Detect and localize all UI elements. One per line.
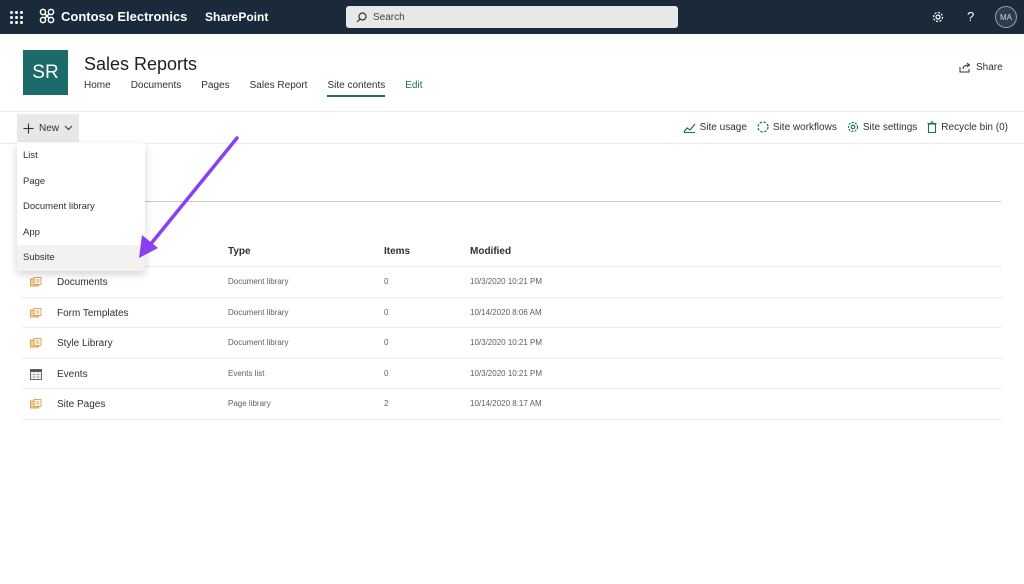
row-type: Document library [228,277,289,286]
column-header-type[interactable]: Type [228,246,251,257]
new-menu-item-app[interactable]: App [17,220,145,246]
row-name[interactable]: Form Templates [57,308,129,319]
trash-icon [927,121,937,133]
share-icon [959,62,971,73]
site-usage-label: Site usage [699,121,747,133]
site-contents-table: Type Items Modified Documents Document li… [22,237,1002,420]
table-row[interactable]: Style Library Document library 0 10/3/2020 … [22,328,1002,359]
table-header: Type Items Modified [22,237,1002,267]
chart-icon [683,123,696,133]
help-icon[interactable]: ? [967,9,974,24]
library-icon [30,336,42,354]
row-name[interactable]: Events [57,369,88,380]
library-icon [30,397,42,415]
nav-edit-link[interactable]: Edit [405,80,422,97]
content-divider [145,201,1001,202]
recycle-bin-button[interactable]: Recycle bin (0) [927,121,1008,133]
row-modified: 10/14/2020 8:06 AM [470,307,542,317]
row-name[interactable]: Documents [57,277,108,288]
nav-documents[interactable]: Documents [131,80,182,97]
row-name[interactable]: Site Pages [57,399,105,410]
app-name[interactable]: SharePoint [205,10,268,24]
command-bar-right: Site usage Site workflows Site settings … [683,121,1008,133]
share-label: Share [976,62,1003,73]
plus-icon [23,123,34,133]
column-header-modified[interactable]: Modified [470,246,511,257]
settings-gear-icon[interactable] [931,10,945,24]
row-modified: 10/14/2020 8:17 AM [470,399,542,409]
row-items: 0 [384,338,389,348]
site-settings-button[interactable]: Site settings [847,121,917,133]
row-items: 0 [384,368,389,378]
column-header-items[interactable]: Items [384,246,410,257]
new-button[interactable]: New [17,114,79,142]
site-workflows-button[interactable]: Site workflows [757,121,837,133]
contoso-logo-icon [39,8,55,24]
nav-home[interactable]: Home [84,80,111,97]
nav-sales-report[interactable]: Sales Report [250,80,308,97]
row-type: Document library [228,307,289,317]
workflow-icon [757,121,769,133]
new-menu-item-document-library[interactable]: Document library [17,194,145,220]
suite-bar: Contoso Electronics SharePoint Search ? … [0,0,1024,34]
chevron-down-icon [64,125,73,131]
app-launcher-icon[interactable] [10,11,23,24]
recycle-bin-label: Recycle bin (0) [941,121,1008,133]
nav-pages[interactable]: Pages [201,80,229,97]
row-items: 2 [384,399,389,409]
row-items: 0 [384,277,389,286]
library-icon [30,306,42,324]
calendar-icon [30,367,42,385]
table-row[interactable]: Documents Document library 0 10/3/2020 10:2… [22,267,1002,298]
library-icon [30,275,42,293]
search-icon [356,11,367,22]
row-type: Events list [228,368,265,378]
search-placeholder: Search [373,11,405,23]
brand[interactable]: Contoso Electronics [39,8,187,24]
site-navigation: Home Documents Pages Sales Report Site c… [84,80,442,97]
gear-icon [847,121,858,133]
nav-site-contents[interactable]: Site contents [327,80,386,97]
new-menu-item-list[interactable]: List [17,143,145,169]
command-bar: New Site usage Site workflows Site setti… [0,112,1024,144]
table-row[interactable]: Form Templates Document library 0 10/14/202… [22,298,1002,329]
site-title[interactable]: Sales Reports [84,54,197,75]
row-items: 0 [384,307,389,317]
site-logo[interactable]: SR [23,50,68,95]
search-input[interactable]: Search [346,6,678,28]
row-modified: 10/3/2020 10:21 PM [470,277,543,286]
avatar[interactable]: MA [995,6,1017,28]
row-type: Document library [228,338,289,348]
brand-name: Contoso Electronics [61,8,188,24]
share-button[interactable]: Share [959,62,1003,73]
new-menu-item-subsite[interactable]: Subsite [17,245,145,271]
new-menu: List Page Document library App Subsite [17,143,145,271]
site-settings-label: Site settings [862,121,918,133]
new-label: New [39,122,60,134]
site-usage-button[interactable]: Site usage [683,122,747,133]
new-menu-item-page[interactable]: Page [17,169,145,195]
site-workflows-label: Site workflows [772,121,837,133]
table-row[interactable]: Site Pages Page library 2 10/14/2020 8:17 A… [22,389,1002,420]
table-row[interactable]: Events Events list 0 10/3/2020 10:21 PM [22,359,1002,390]
row-type: Page library [228,399,271,409]
row-modified: 10/3/2020 10:21 PM [470,338,543,348]
row-name[interactable]: Style Library [57,338,113,349]
row-modified: 10/3/2020 10:21 PM [470,368,543,378]
